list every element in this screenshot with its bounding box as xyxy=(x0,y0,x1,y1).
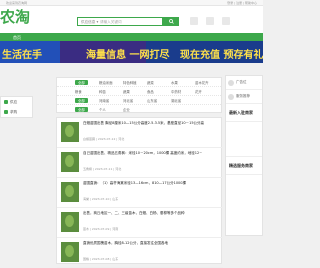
welcome-text: 欢迎来到农淘网 xyxy=(6,1,28,5)
phone-icon[interactable] xyxy=(222,17,230,25)
list-item[interactable]: 白蜡苗圃出售 胸径8厘米10—15公分高度2.5-3.5米，基座直径10－15公… xyxy=(57,118,223,148)
filter-option[interactable]: 全部 xyxy=(75,80,88,85)
listing-title[interactable]: 白蜡苗圃出售 胸径8厘米10—15公分高度2.5-3.5米，基座直径10－15公… xyxy=(83,121,219,126)
app-icon[interactable] xyxy=(190,17,198,25)
demand-icon xyxy=(4,110,8,114)
list-item[interactable]: 苗圃直销：（1）高杆海棠米径13—16cm，810—17公分1000棵 海棠 |… xyxy=(57,178,223,208)
listing-title[interactable]: 直销优质国槐苗木，胸径8-12公分，直接发往全国各地 xyxy=(83,241,219,246)
filter-row-type: 全部 个人 企业 xyxy=(57,105,221,114)
listing-meta: 五角枫 | 2023-07-11 | 河北 xyxy=(83,167,122,171)
header-icons xyxy=(190,17,230,25)
listing-thumbnail[interactable] xyxy=(61,152,79,172)
filter-option[interactable]: 个人 xyxy=(99,107,106,112)
filter-option[interactable]: 全部 xyxy=(75,107,88,112)
wechat-icon[interactable] xyxy=(206,17,214,25)
filter-option[interactable]: 粮食 xyxy=(75,89,82,94)
category-sidebar: 供应 求购 xyxy=(0,96,33,118)
top-links[interactable]: 登录 | 注册 | 帮助中心 xyxy=(227,1,257,5)
filter-option[interactable]: 种苗 xyxy=(99,89,106,94)
banner-text-1: 生活在手 xyxy=(2,50,42,61)
listing-meta: 白蜡苗圃 | 2023-07-12 | 河北 xyxy=(83,137,125,141)
listing-thumbnail[interactable] xyxy=(61,182,79,202)
filter-option[interactable]: 蔬果 xyxy=(123,89,130,94)
filter-option[interactable]: 湖北省 xyxy=(171,98,181,103)
nav-home[interactable]: 首页 xyxy=(13,35,21,41)
filter-option[interactable]: 全部 xyxy=(75,98,88,103)
promo-box[interactable]: 服务推荐 xyxy=(226,90,262,104)
promo-banner[interactable]: 生活在手 海量信息 一网打尽 现在充值 预存有礼 xyxy=(0,41,263,63)
list-item[interactable]: 出售，商丘地区一、二、三级苗木，白蜡、白杨、垂柳等多个品种 苗木 | 2023-… xyxy=(57,208,223,238)
filter-row-subcategory: 粮食 种苗 蔬果 食品 中药材 花卉 xyxy=(57,87,221,96)
filter-option[interactable]: 企业 xyxy=(123,107,130,112)
site-logo[interactable]: 农淘 xyxy=(0,9,30,25)
listing-meta: 苗木 | 2023-07-09 | 河南 xyxy=(83,227,119,231)
ad-box[interactable]: 广告位 xyxy=(226,76,262,90)
sidebar-item-demand[interactable]: 求购 xyxy=(1,107,32,117)
filter-option[interactable]: 河北省 xyxy=(123,98,133,103)
filter-option[interactable]: 苗木花卉 xyxy=(195,80,209,85)
banner-text-2: 海量信息 一网打尽 xyxy=(86,50,170,61)
main-nav: 首页 xyxy=(0,33,263,41)
search-category-dropdown[interactable]: 供应信息 ▾ xyxy=(81,20,98,25)
listing-meta: 海棠 | 2023-07-10 | 山东 xyxy=(83,197,119,201)
filter-option[interactable]: 蔬菜 xyxy=(147,80,154,85)
filter-panel: 全部 粮油米面 特色种植 蔬菜 水果 苗木花卉 粮食 种苗 蔬果 食品 中药材 花卉 全部 河南省 河北… xyxy=(56,77,222,113)
recent-merchants-list xyxy=(226,122,262,157)
listing-list: 白蜡苗圃出售 胸径8厘米10—15公分高度2.5-3.5米，基座直径10－15公… xyxy=(56,117,223,268)
filter-option[interactable]: 食品 xyxy=(147,89,154,94)
filter-option[interactable]: 河南省 xyxy=(99,98,109,103)
search-input[interactable]: 请输入关键词 xyxy=(100,20,122,25)
filter-option[interactable]: 中药材 xyxy=(171,89,181,94)
listing-thumbnail[interactable] xyxy=(61,122,79,142)
listing-title[interactable]: 出售，商丘地区一、二、三级苗木，白蜡、白杨、垂柳等多个品种 xyxy=(83,211,219,216)
service-icon xyxy=(228,93,234,100)
recent-merchants-title: 最新入驻商家 xyxy=(226,104,262,122)
quality-merchants-list xyxy=(226,175,262,235)
filter-option[interactable]: 粮油米面 xyxy=(99,80,113,85)
right-sidebar: 广告位 服务推荐 最新入驻商家 精选服务商家 xyxy=(225,75,263,236)
search-icon xyxy=(168,19,174,24)
sidebar-item-supply[interactable]: 供应 xyxy=(1,97,32,107)
filter-option[interactable]: 山东省 xyxy=(147,98,157,103)
user-icon xyxy=(228,79,234,86)
search-box[interactable]: 供应信息 ▾ 请输入关键词 xyxy=(77,17,163,26)
search-button[interactable] xyxy=(163,17,179,26)
listing-title[interactable]: 自己苗圃出售、精品五角枫：米径10－20cm，1000棵 高度约米，地径12~ xyxy=(83,151,219,156)
quality-merchants-title: 精选服务商家 xyxy=(226,157,262,175)
supply-icon xyxy=(4,100,8,104)
filter-row-category: 全部 粮油米面 特色种植 蔬菜 水果 苗木花卉 xyxy=(57,78,221,87)
filter-option[interactable]: 特色种植 xyxy=(123,80,137,85)
listing-thumbnail[interactable] xyxy=(61,242,79,262)
filter-option[interactable]: 花卉 xyxy=(195,89,202,94)
listing-title[interactable]: 苗圃直销：（1）高杆海棠米径13—16cm，810—17公分1000棵 xyxy=(83,181,219,186)
banner-text-3: 现在充值 预存有礼 xyxy=(180,50,263,61)
list-item[interactable]: 自己苗圃出售、精品五角枫：米径10－20cm，1000棵 高度约米，地径12~ … xyxy=(57,148,223,178)
listing-thumbnail[interactable] xyxy=(61,212,79,232)
filter-option[interactable]: 水果 xyxy=(171,80,178,85)
listing-meta: 国槐 | 2023-07-08 | 山东 xyxy=(83,257,119,261)
filter-row-region: 全部 河南省 河北省 山东省 湖北省 xyxy=(57,96,221,105)
